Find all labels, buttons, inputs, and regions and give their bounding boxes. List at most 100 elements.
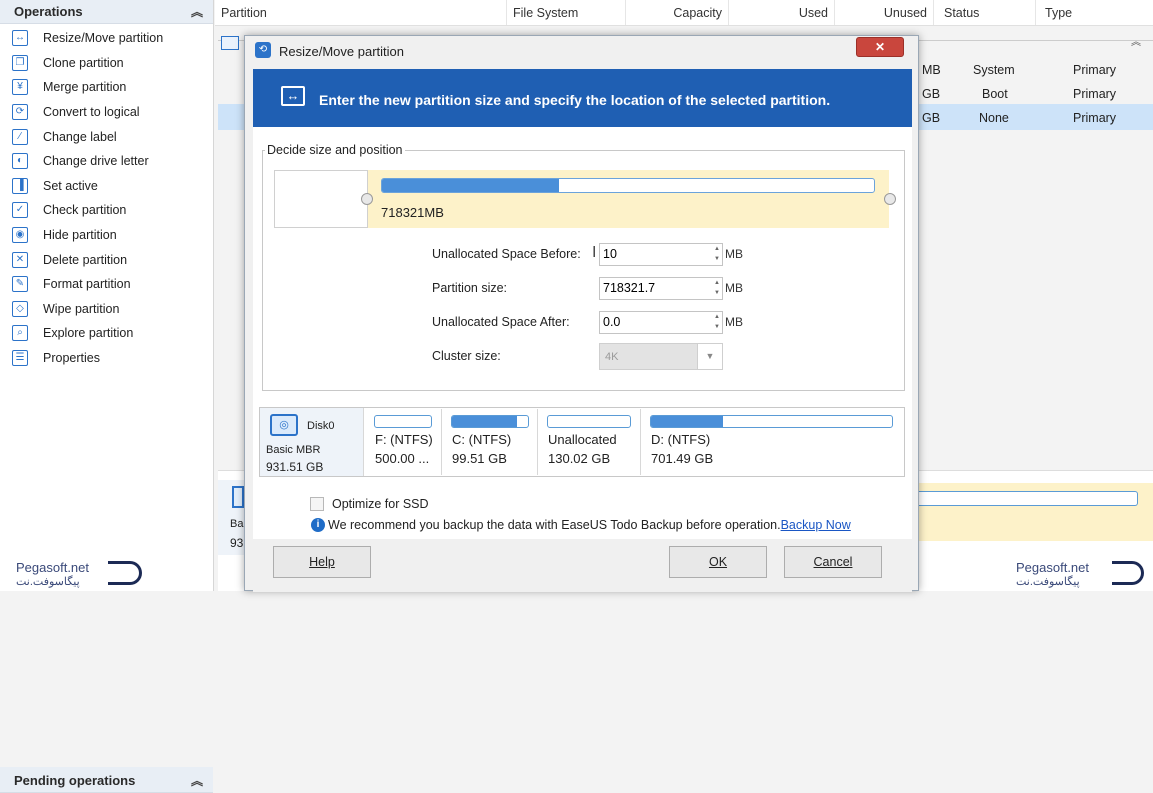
collapse-icon[interactable]: ︽	[1131, 33, 1141, 48]
table-row[interactable]: GB None Primary	[915, 106, 1153, 130]
before-value[interactable]	[600, 244, 700, 264]
operation-item[interactable]: ✕ Delete partition	[0, 247, 213, 272]
instruction-banner: ↔ Enter the new partition size and speci…	[253, 69, 912, 127]
operation-item[interactable]: ⌕ Explore partition	[0, 321, 213, 346]
column-file-system[interactable]: File System	[507, 0, 626, 25]
disk-partition[interactable]: F: (NTFS) 500.00 ...	[366, 409, 442, 475]
spinner-arrows-icon[interactable]: ▲ ▼	[712, 312, 722, 333]
operation-item[interactable]: ◐ Change drive letter	[0, 149, 213, 174]
size-unit: MB	[725, 281, 743, 295]
operations-header[interactable]: Operations ︽	[0, 0, 213, 24]
operation-item[interactable]: ❐ Clone partition	[0, 51, 213, 76]
resize-icon: ↔	[281, 86, 305, 106]
usage-fill	[452, 416, 517, 427]
operation-label: Format partition	[43, 277, 131, 292]
disk-type: Basic MBR	[266, 444, 321, 456]
operation-label: Explore partition	[43, 326, 134, 341]
operation-label: Clone partition	[43, 55, 124, 70]
before-input[interactable]: ▲▼	[599, 243, 723, 266]
disk-info[interactable]: ◎ Disk0 Basic MBR 931.51 GB	[260, 408, 364, 476]
size-value[interactable]	[600, 278, 700, 298]
disk-name: Disk0	[307, 420, 335, 432]
table-row[interactable]: GB Boot Primary	[915, 82, 1153, 106]
partition-usage-bar	[374, 415, 432, 428]
banner-text: Enter the new partition size and specify…	[319, 92, 831, 108]
optimize-ssd-label[interactable]: Optimize for SSD	[332, 497, 429, 511]
column-capacity[interactable]: Capacity	[626, 0, 729, 25]
type-cell: Primary	[1073, 87, 1117, 101]
disk-partition[interactable]: Unallocated 130.02 GB	[539, 409, 641, 475]
help-button[interactable]: Help	[273, 546, 371, 578]
spinner-arrows-icon[interactable]: ▲ ▼	[712, 244, 722, 265]
table-row[interactable]: MB System Primary	[915, 58, 1153, 82]
app-icon: ⟲	[255, 42, 271, 58]
partition-size: 500.00 ...	[375, 451, 430, 466]
disk-icon: ◎	[270, 414, 298, 436]
after-input[interactable]: ▲▼	[599, 311, 723, 334]
column-unused[interactable]: Unused	[835, 0, 934, 25]
disk-partition[interactable]: D: (NTFS) 701.49 GB	[642, 409, 904, 475]
partition-block[interactable]	[919, 483, 1153, 541]
left-resize-handle[interactable]	[361, 193, 373, 205]
collapse-icon[interactable]: ︽	[191, 3, 203, 20]
pending-operations-header[interactable]: Pending operations ︽	[0, 767, 213, 793]
operation-item[interactable]: ¥ Merge partition	[0, 75, 213, 100]
operation-item[interactable]: ◇ Wipe partition	[0, 297, 213, 322]
unused-cell: GB	[922, 87, 941, 101]
operation-item[interactable]: ✎ Format partition	[0, 272, 213, 297]
operation-item[interactable]: ↔ Resize/Move partition	[0, 26, 213, 51]
dialog-titlebar[interactable]: ⟲ Resize/Move partition ✕	[245, 36, 918, 66]
column-status[interactable]: Status	[934, 0, 1036, 25]
watermark-subtext: پیگاسوفت.نت	[1016, 576, 1080, 588]
spinner-arrows-icon[interactable]: ▲ ▼	[712, 278, 722, 299]
operation-item[interactable]: ✓ Check partition	[0, 198, 213, 223]
partition-name: D: (NTFS)	[651, 432, 711, 447]
after-label: Unallocated Space After:	[432, 315, 570, 329]
cluster-size-select[interactable]: 4K ▼	[599, 343, 723, 370]
operation-icon: ◇	[12, 300, 28, 317]
unused-cell: MB	[922, 63, 941, 77]
operation-icon: ⌕	[12, 325, 28, 342]
after-value[interactable]	[600, 312, 700, 332]
disk-partition[interactable]: C: (NTFS) 99.51 GB	[443, 409, 538, 475]
operation-icon: ▐	[12, 177, 28, 194]
right-resize-handle[interactable]	[884, 193, 896, 205]
partition-usage-bar	[650, 415, 893, 428]
operation-item[interactable]: ◉ Hide partition	[0, 223, 213, 248]
partition-slider[interactable]: 718321MB	[368, 170, 889, 228]
optimize-ssd-checkbox[interactable]	[310, 497, 324, 511]
operation-icon: ∕	[12, 128, 28, 145]
after-unit: MB	[725, 315, 743, 329]
size-input[interactable]: ▲▼	[599, 277, 723, 300]
column-used[interactable]: Used	[729, 0, 835, 25]
operation-label: Wipe partition	[43, 301, 120, 316]
backup-now-link[interactable]: Backup Now	[781, 518, 851, 532]
disk-icon	[232, 486, 244, 508]
dialog-title: Resize/Move partition	[279, 44, 404, 59]
collapse-icon[interactable]: ︽	[191, 772, 203, 789]
close-button[interactable]: ✕	[856, 37, 904, 57]
cluster-value: 4K	[605, 351, 619, 363]
disk-icon	[221, 36, 239, 50]
cancel-button[interactable]: Cancel	[784, 546, 882, 578]
disk-map: ◎ Disk0 Basic MBR 931.51 GB F: (NTFS) 500…	[259, 407, 905, 477]
operation-icon: ⟳	[12, 104, 28, 121]
operation-item[interactable]: ⟳ Convert to logical	[0, 100, 213, 125]
partition-name: C: (NTFS)	[452, 432, 512, 447]
info-icon: i	[311, 518, 325, 532]
chevron-down-icon[interactable]: ▼	[697, 344, 722, 369]
unallocated-before-area[interactable]	[274, 170, 368, 228]
operation-label: Change drive letter	[43, 154, 149, 169]
watermark-text: Pegasoft.net	[16, 560, 89, 575]
operation-item[interactable]: ∕ Change label	[0, 124, 213, 149]
watermark-subtext: پیگاسوفت.نت	[16, 576, 80, 588]
ok-button[interactable]: OK	[669, 546, 767, 578]
before-unit: MB	[725, 247, 743, 261]
column-type[interactable]: Type	[1036, 0, 1153, 25]
usage-fill	[651, 416, 724, 427]
operation-item[interactable]: ☰ Properties	[0, 346, 213, 371]
operation-icon: ¥	[12, 79, 28, 96]
partition-size: 701.49 GB	[651, 451, 714, 466]
operation-item[interactable]: ▐ Set active	[0, 174, 213, 199]
column-partition[interactable]: Partition	[215, 0, 507, 25]
